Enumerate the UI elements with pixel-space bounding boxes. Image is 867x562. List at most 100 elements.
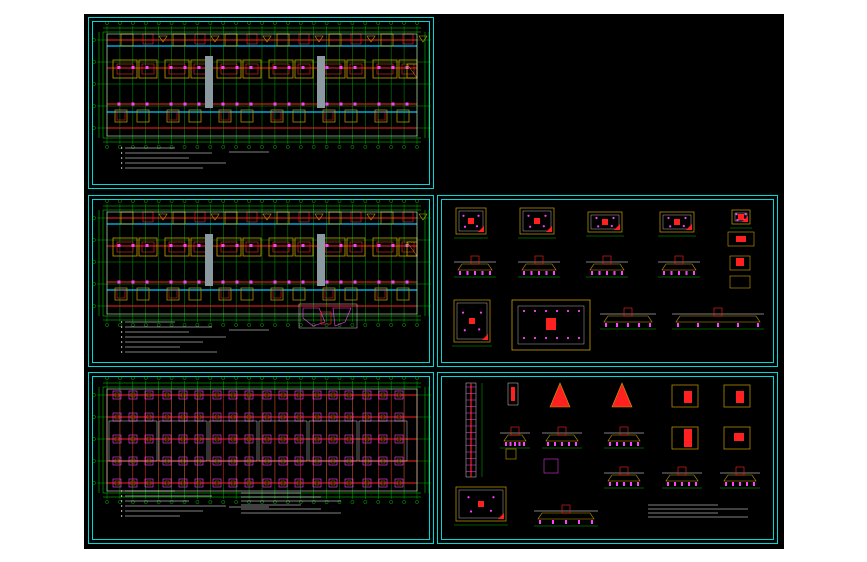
cad-rect [470, 255, 480, 265]
cad-rect [677, 466, 687, 476]
rebar-dot [542, 225, 545, 228]
cad-rect [546, 318, 556, 330]
stair-marker [210, 35, 220, 43]
rebar-dot [682, 224, 685, 228]
footing-section [521, 263, 557, 271]
sheet-foundation-plan-2[interactable] [88, 195, 434, 367]
axis-bubble [195, 199, 200, 203]
axis-bubble [337, 145, 342, 149]
cad-rect [287, 102, 291, 106]
axis-bubble [92, 437, 96, 441]
rebar-dot [522, 309, 526, 313]
cad-rect [169, 280, 173, 284]
cad-rect [273, 244, 277, 247]
rebar-dot [463, 225, 467, 228]
axis-bubble [195, 145, 200, 149]
axis-bubble [415, 145, 419, 149]
rebar-dot [544, 309, 548, 313]
stair-marker [262, 213, 272, 221]
axis-bubble [376, 145, 381, 149]
cad-rect [530, 271, 533, 275]
axis-bubble [143, 323, 148, 327]
axis-bubble [131, 376, 135, 380]
cad-rect [649, 323, 651, 327]
cad-rect [298, 211, 310, 223]
axis-bubble [311, 21, 316, 25]
rebar-dot [544, 214, 547, 217]
axis-bubble [92, 459, 96, 463]
cad-rect [235, 102, 239, 106]
drawing-canvas[interactable] [84, 14, 784, 549]
stair-marker [210, 213, 220, 221]
cad-rect [339, 102, 343, 106]
axis-bubble [131, 21, 135, 25]
cad-rect [121, 500, 123, 502]
cad-rect [325, 244, 329, 247]
axis-bubble [156, 323, 161, 327]
foundation-plan-drawing [92, 376, 431, 517]
cad-rect [505, 448, 517, 460]
sheet-details-1[interactable] [437, 195, 778, 367]
footing-section [603, 315, 653, 323]
cad-rect [117, 280, 121, 284]
axis-bubble [298, 199, 303, 203]
cad-rect [249, 102, 253, 106]
axis-bubble [169, 21, 174, 25]
axis-bubble [92, 282, 96, 286]
cad-rect [131, 244, 135, 247]
axis-bubble [169, 376, 174, 380]
axis-bubble [286, 199, 290, 203]
axis-bubble [286, 376, 290, 380]
cad-rect [183, 280, 187, 284]
footing-section [661, 263, 697, 271]
axis-bubble [389, 145, 393, 149]
axis-bubble [363, 500, 368, 504]
cad-rect [637, 482, 639, 486]
cad-rect [145, 102, 149, 106]
cad-rect [616, 442, 618, 446]
cad-rect [534, 218, 540, 224]
axis-bubble [311, 323, 316, 327]
cad-viewport[interactable] [0, 0, 867, 562]
cad-rect [235, 244, 239, 247]
cad-rect [518, 442, 521, 446]
sheet-foundation-plan-1[interactable] [88, 17, 434, 189]
cad-rect [578, 520, 580, 524]
axis-bubble [247, 376, 251, 380]
axis-bubble [298, 21, 303, 25]
cad-rect [121, 495, 123, 497]
rebar-dot [463, 329, 466, 332]
cad-rect [117, 244, 121, 247]
axis-bubble [118, 21, 122, 25]
sheet-foundation-plan-3[interactable] [88, 372, 434, 544]
stair-marker [158, 213, 168, 221]
axis-bubble [402, 199, 406, 203]
rebar-dot [475, 225, 479, 228]
axis-bubble [92, 393, 96, 397]
cad-rect [205, 234, 213, 286]
cad-rect [121, 515, 123, 517]
cad-rect [339, 66, 343, 69]
axis-bubble [208, 145, 213, 149]
cad-rect [619, 426, 629, 436]
axis-bubble [324, 21, 329, 25]
cad-rect [121, 331, 123, 333]
axis-bubble [234, 500, 238, 504]
cad-rect [377, 244, 381, 247]
cad-rect [511, 387, 515, 401]
rebar-dot [555, 336, 559, 340]
cad-rect [627, 323, 629, 327]
axis-bubble [260, 323, 264, 327]
cad-rect [391, 280, 395, 284]
cad-rect [325, 66, 329, 69]
cad-line [406, 63, 418, 79]
cad-rect [353, 102, 357, 106]
sheet-details-2[interactable] [437, 372, 778, 544]
cad-rect [757, 323, 759, 327]
cad-rect [298, 33, 310, 45]
cad-rect [145, 244, 149, 247]
cad-rect [713, 307, 723, 317]
cad-rect [324, 289, 334, 299]
cad-rect [623, 482, 625, 486]
cad-rect [249, 244, 253, 247]
